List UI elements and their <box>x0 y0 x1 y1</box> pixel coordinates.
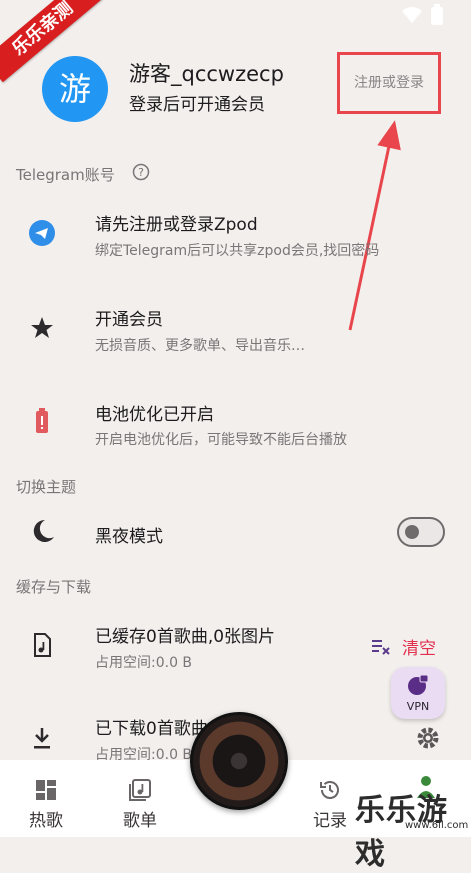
nav-playlists[interactable]: 歌单 <box>100 760 180 837</box>
now-playing-disc[interactable] <box>190 712 288 810</box>
battery-alert-icon <box>36 408 48 433</box>
playlist-icon <box>129 779 151 801</box>
dashboard-icon <box>36 780 56 800</box>
section-header-cache: 缓存与下载 <box>16 578 92 596</box>
history-icon <box>320 781 339 799</box>
section-header-theme: 切换主题 <box>16 478 77 496</box>
watermark-url: www.6ll.com <box>405 820 469 831</box>
wifi-icon <box>402 7 422 23</box>
vpn-globe-icon <box>408 674 429 695</box>
username: 游客_qccwzecp <box>129 62 284 86</box>
row-subtitle: 开启电池优化后，可能导致不能后台播放 <box>95 432 347 448</box>
gear-icon[interactable] <box>414 724 442 752</box>
row-subtitle: 无损音质、更多歌单、导出音乐… <box>95 338 305 354</box>
cache-row[interactable]: 已缓存0首歌曲,0张图片 占用空间:0.0 B <box>0 607 360 682</box>
battery-status-icon <box>431 4 443 25</box>
avatar[interactable]: 游 <box>42 56 108 122</box>
nav-hot-songs[interactable]: 热歌 <box>6 760 86 837</box>
register-login-button[interactable]: 注册或登录 <box>337 52 441 114</box>
vpn-label: VPN <box>406 700 430 713</box>
row-subtitle: 占用空间:0.0 B <box>95 655 193 671</box>
downloads-row[interactable]: 已下载0首歌曲 占用空间:0.0 B <box>0 702 360 763</box>
vpn-button[interactable]: VPN <box>391 667 445 719</box>
clear-queue-icon[interactable] <box>370 635 392 657</box>
row-title: 开通会员 <box>95 310 163 330</box>
moon-icon <box>33 519 54 542</box>
row-title: 黑夜模式 <box>95 527 163 547</box>
toggle-knob <box>405 525 419 539</box>
nav-label: 热歌 <box>29 811 63 831</box>
row-subtitle: 绑定Telegram后可以共享zpod会员,找回密码 <box>95 243 380 259</box>
row-title: 电池优化已开启 <box>95 405 214 425</box>
telegram-icon <box>29 220 55 246</box>
telegram-login-row[interactable]: 请先注册或登录Zpod 绑定Telegram后可以共享zpod会员,找回密码 <box>0 195 471 270</box>
dark-mode-toggle[interactable] <box>397 517 445 547</box>
section-header-telegram: Telegram账号 <box>16 166 115 184</box>
battery-optimization-row[interactable]: 电池优化已开启 开启电池优化后，可能导致不能后台播放 <box>0 385 471 460</box>
row-title: 请先注册或登录Zpod <box>95 215 258 235</box>
help-icon[interactable]: ? <box>132 163 150 181</box>
login-hint: 登录后可开通会员 <box>129 95 265 115</box>
svg-text:?: ? <box>138 166 144 179</box>
clear-cache-button[interactable]: 清空 <box>402 634 436 659</box>
nav-label: 歌单 <box>123 811 157 831</box>
row-title: 已缓存0首歌曲,0张图片 <box>95 627 276 647</box>
music-file-icon <box>34 633 51 657</box>
vip-row[interactable]: 开通会员 无损音质、更多歌单、导出音乐… <box>0 290 471 365</box>
download-icon <box>34 728 50 749</box>
star-icon <box>31 317 53 338</box>
row-title: 已下载0首歌曲 <box>95 719 208 739</box>
